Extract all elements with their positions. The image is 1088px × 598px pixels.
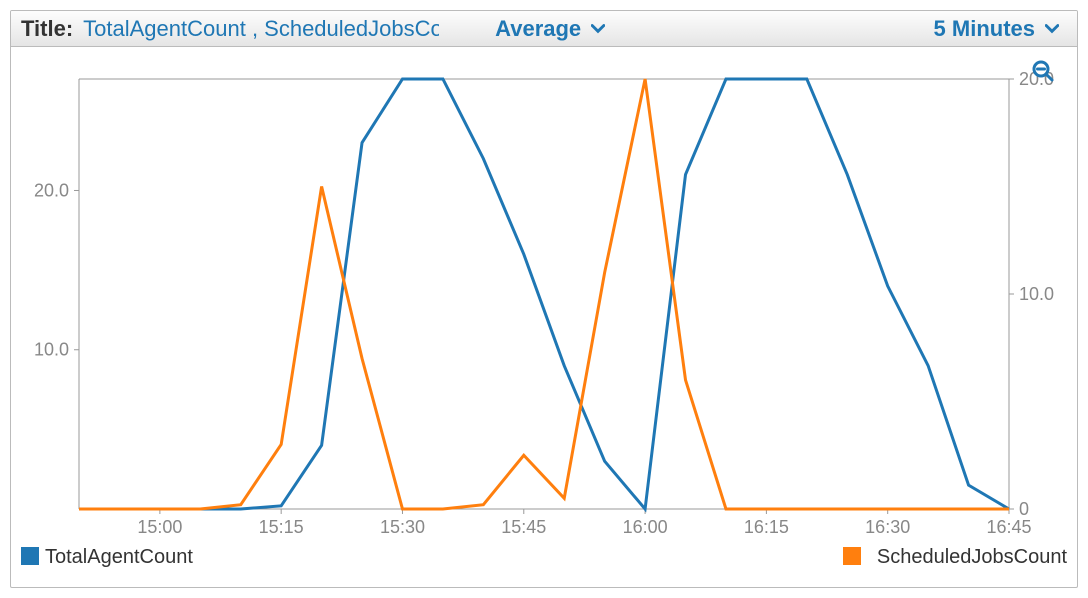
svg-text:20.0: 20.0 [34, 180, 69, 200]
svg-text:16:45: 16:45 [986, 517, 1031, 537]
svg-text:15:45: 15:45 [501, 517, 546, 537]
aggregation-dropdown[interactable]: Average [487, 16, 613, 42]
aggregation-selected: Average [495, 16, 581, 42]
svg-text:15:15: 15:15 [259, 517, 304, 537]
svg-text:16:30: 16:30 [865, 517, 910, 537]
legend-label: ScheduledJobsCount [877, 546, 1068, 568]
legend-swatch [21, 547, 39, 565]
series-ScheduledJobsCount [79, 79, 1009, 509]
svg-text:0: 0 [1019, 499, 1029, 519]
period-selected: 5 Minutes [934, 16, 1035, 42]
svg-text:16:00: 16:00 [623, 517, 668, 537]
chart-widget: Title: Average 5 Minutes 10.020.0010.020… [10, 10, 1078, 588]
period-dropdown[interactable]: 5 Minutes [926, 16, 1067, 42]
title-input[interactable] [81, 15, 441, 43]
chart-area: 10.020.0010.020.015:0015:1515:3015:4516:… [11, 47, 1077, 587]
series-TotalAgentCount [79, 79, 1009, 509]
svg-text:16:15: 16:15 [744, 517, 789, 537]
svg-text:15:00: 15:00 [137, 517, 182, 537]
svg-text:15:30: 15:30 [380, 517, 425, 537]
svg-text:10.0: 10.0 [34, 340, 69, 360]
legend-label: TotalAgentCount [45, 546, 193, 568]
title-label: Title: [21, 16, 73, 42]
line-chart[interactable]: 10.020.0010.020.015:0015:1515:3015:4516:… [19, 59, 1069, 579]
legend-swatch [843, 547, 861, 565]
toolbar: Title: Average 5 Minutes [11, 11, 1077, 47]
zoom-out-icon [1031, 59, 1055, 83]
chevron-down-icon [1045, 22, 1059, 36]
chevron-down-icon [591, 22, 605, 36]
zoom-out-button[interactable] [1031, 59, 1055, 88]
svg-text:10.0: 10.0 [1019, 284, 1054, 304]
